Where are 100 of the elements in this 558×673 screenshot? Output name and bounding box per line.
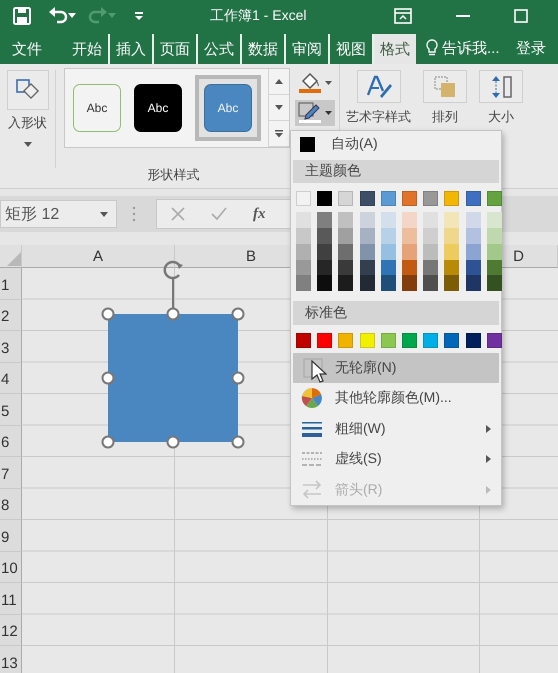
color-swatch[interactable] (486, 332, 502, 348)
shape-style-option[interactable]: Abc (134, 84, 182, 132)
color-swatch[interactable] (338, 275, 354, 292)
color-swatch[interactable] (360, 244, 375, 260)
color-swatch[interactable] (444, 275, 460, 292)
color-swatch[interactable] (466, 228, 480, 244)
color-swatch[interactable] (296, 212, 311, 228)
color-swatch[interactable] (423, 212, 438, 228)
undo-icon[interactable] (48, 6, 68, 26)
color-swatch[interactable] (317, 228, 332, 244)
color-swatch[interactable] (360, 275, 375, 292)
color-swatch[interactable] (423, 332, 438, 348)
color-swatch[interactable] (486, 260, 502, 276)
color-swatch[interactable] (338, 332, 354, 348)
ribbon-icon-button[interactable] (479, 70, 523, 103)
menu-item[interactable]: 无轮廓(N) (293, 352, 499, 384)
customize-icon[interactable] (134, 10, 144, 22)
ribbon-button-label[interactable]: 排列 (432, 108, 458, 126)
color-swatch[interactable] (402, 244, 417, 260)
color-swatch[interactable] (486, 275, 502, 292)
color-swatch[interactable] (402, 212, 417, 228)
color-swatch[interactable] (360, 260, 375, 276)
color-swatch[interactable] (444, 228, 460, 244)
color-swatch[interactable] (338, 244, 354, 260)
shape-outline-button[interactable] (295, 100, 335, 126)
row-header[interactable]: 2 (0, 300, 22, 331)
color-swatch[interactable] (466, 332, 480, 348)
ribbon-button-label[interactable]: 大小 (488, 108, 514, 126)
color-swatch[interactable] (317, 212, 332, 228)
row-header[interactable]: 8 (0, 488, 22, 520)
color-swatch[interactable] (466, 275, 480, 292)
color-swatch[interactable] (338, 260, 354, 276)
color-swatch[interactable] (338, 228, 354, 244)
color-swatch[interactable] (402, 332, 417, 348)
color-swatch[interactable] (423, 260, 438, 276)
color-swatch[interactable] (402, 228, 417, 244)
row-header[interactable]: 1 (0, 268, 22, 300)
color-swatch[interactable] (296, 228, 311, 244)
ribbon-tab[interactable]: 格式 (372, 34, 416, 64)
color-swatch[interactable] (466, 244, 480, 260)
color-swatch[interactable] (402, 275, 417, 292)
color-swatch[interactable] (466, 212, 480, 228)
insert-function-button[interactable]: fx (253, 206, 266, 222)
color-swatch[interactable] (317, 191, 332, 206)
color-swatch[interactable] (296, 244, 311, 260)
color-swatch[interactable] (317, 332, 332, 348)
color-swatch[interactable] (296, 191, 311, 206)
menu-item[interactable]: 虚线(S) (293, 444, 499, 475)
color-swatch[interactable] (444, 212, 460, 228)
color-swatch[interactable] (444, 332, 460, 348)
row-header[interactable]: 9 (0, 520, 22, 552)
row-header[interactable]: 4 (0, 362, 22, 394)
color-swatch[interactable] (423, 244, 438, 260)
color-swatch[interactable] (317, 275, 332, 292)
color-swatch[interactable] (380, 332, 396, 348)
color-swatch[interactable] (317, 260, 332, 276)
color-swatch[interactable] (486, 212, 502, 228)
color-swatch[interactable] (380, 260, 396, 276)
shape-style-option[interactable]: Abc (73, 84, 121, 132)
shape-style-option[interactable]: Abc (204, 84, 252, 132)
caret-icon[interactable] (68, 13, 76, 19)
color-swatch[interactable] (444, 260, 460, 276)
row-header[interactable]: 11 (0, 583, 22, 614)
color-swatch[interactable] (360, 228, 375, 244)
color-swatch[interactable] (360, 332, 375, 348)
minimize-icon[interactable] (456, 14, 470, 18)
row-header[interactable]: 13 (0, 646, 22, 673)
rotate-handle-icon[interactable] (164, 260, 183, 308)
color-swatch[interactable] (466, 191, 480, 206)
insert-shapes-button[interactable] (6, 70, 48, 110)
row-header[interactable]: 10 (0, 552, 22, 583)
color-swatch[interactable] (338, 212, 354, 228)
menu-item[interactable]: 其他轮廓颜色(M)... (293, 383, 499, 414)
row-header[interactable]: 3 (0, 331, 22, 362)
color-swatch[interactable] (296, 260, 311, 276)
color-swatch[interactable] (423, 275, 438, 292)
color-swatch[interactable] (466, 260, 480, 276)
color-swatch[interactable] (380, 228, 396, 244)
color-swatch[interactable] (486, 228, 502, 244)
color-swatch[interactable] (380, 191, 396, 206)
color-swatch[interactable] (300, 136, 315, 152)
color-swatch[interactable] (317, 244, 332, 260)
color-swatch[interactable] (380, 212, 396, 228)
color-swatch[interactable] (444, 191, 460, 206)
name-box[interactable]: 矩形 12 (0, 200, 117, 228)
save-icon[interactable] (12, 6, 32, 26)
color-swatch[interactable] (486, 244, 502, 260)
sign-in-link[interactable]: 登录 (516, 32, 546, 64)
color-swatch[interactable] (338, 191, 354, 206)
row-header[interactable]: 6 (0, 426, 22, 457)
ribbon-button-label[interactable]: 艺术字样式 (346, 108, 411, 126)
color-swatch[interactable] (486, 191, 502, 206)
row-header[interactable]: 5 (0, 394, 22, 426)
color-swatch[interactable] (380, 244, 396, 260)
column-header[interactable]: A (22, 245, 175, 268)
caret-icon[interactable] (100, 212, 108, 216)
ribbon-tab[interactable]: 文件 (6, 34, 48, 64)
caret-icon[interactable] (24, 142, 32, 148)
row-header[interactable]: 12 (0, 614, 22, 646)
selection-handles[interactable] (102, 308, 244, 448)
